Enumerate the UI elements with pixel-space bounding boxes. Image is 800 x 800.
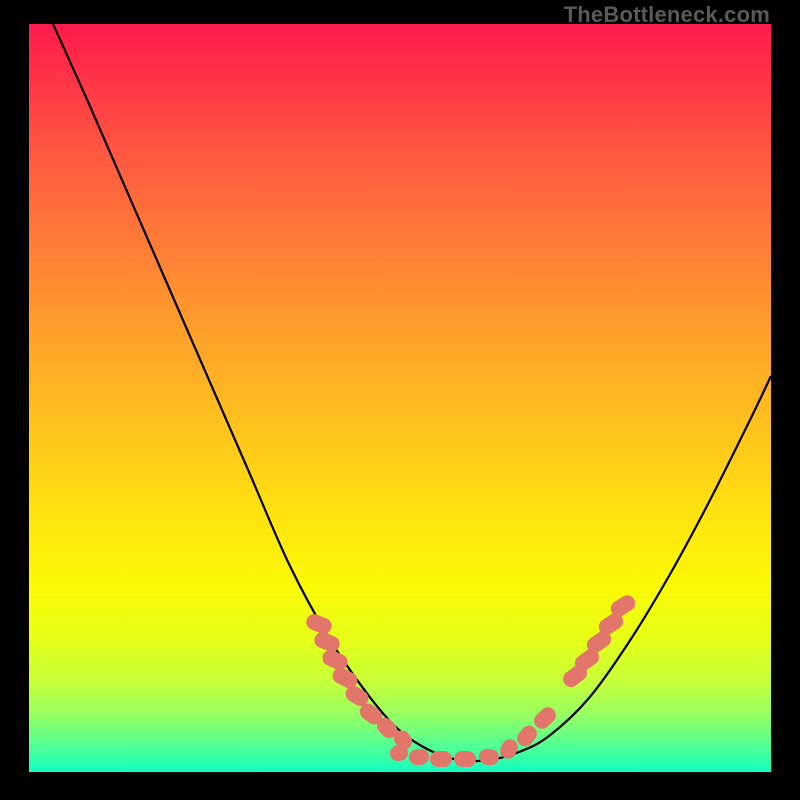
- chart-plot-area: [29, 24, 771, 772]
- curve-marker: [430, 751, 452, 767]
- curve-marker: [454, 751, 477, 768]
- bottleneck-curve: [29, 24, 771, 772]
